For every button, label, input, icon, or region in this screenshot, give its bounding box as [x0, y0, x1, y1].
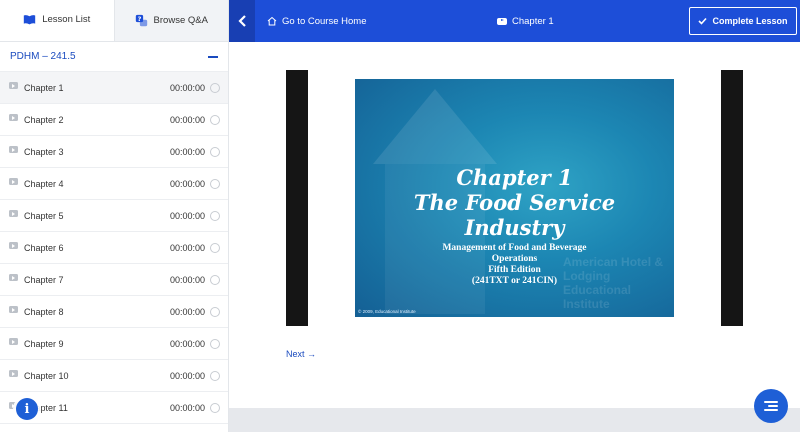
- home-icon: [267, 16, 277, 26]
- completion-circle-icon: [210, 146, 220, 157]
- list-item[interactable]: Chapter 5 00:00:00: [0, 200, 228, 232]
- completion-circle-icon: [210, 370, 220, 381]
- tab-browse-qa[interactable]: ? Browse Q&A: [113, 0, 228, 41]
- completion-circle-icon: [210, 402, 220, 413]
- lesson-list: Chapter 1 00:00:00 Chapter 2 00:00:00 Chap…: [0, 72, 228, 424]
- letterbox-left: [286, 70, 308, 326]
- slide-title-line: Industry: [464, 215, 565, 240]
- lesson-duration: 00:00:00: [169, 242, 205, 253]
- lesson-title: Chapter 9: [24, 338, 64, 349]
- completion-circle-icon: [210, 114, 220, 125]
- footer-strip: [229, 408, 800, 432]
- lesson-title: Chapter 2: [24, 114, 64, 125]
- lesson-title: Chapter 6: [24, 242, 64, 253]
- lesson-duration: 00:00:00: [169, 306, 205, 317]
- lesson-title: Chapter 1: [24, 82, 64, 93]
- collapse-icon[interactable]: [208, 55, 218, 58]
- lesson-duration: 00:00:00: [169, 210, 205, 221]
- slide-title: Chapter 1 The Food Service Industry: [355, 165, 674, 240]
- slide-title-line: Chapter 1: [456, 165, 573, 190]
- list-item[interactable]: Chapter 2 00:00:00: [0, 104, 228, 136]
- lesson-content: American Hotel & Lodging Educational Ins…: [229, 42, 800, 408]
- lesson-title: Chapter 4: [24, 178, 64, 189]
- video-icon: [9, 306, 18, 313]
- video-icon: [9, 146, 18, 153]
- lesson-duration: 00:00:00: [169, 370, 205, 381]
- list-item[interactable]: Chapter 3 00:00:00: [0, 136, 228, 168]
- video-player[interactable]: American Hotel & Lodging Educational Ins…: [286, 70, 743, 326]
- slide-subtitle-line: Fifth Edition: [488, 265, 541, 275]
- completion-circle-icon: [210, 210, 220, 221]
- list-item[interactable]: Chapter 4 00:00:00: [0, 168, 228, 200]
- collapse-sidebar-button[interactable]: [229, 0, 255, 42]
- tab-lesson-list-label: Lesson List: [42, 14, 91, 25]
- tab-lesson-list[interactable]: Lesson List: [0, 0, 114, 41]
- chat-button[interactable]: [754, 389, 788, 423]
- question-icon: ?: [135, 14, 147, 27]
- completion-circle-icon: [210, 242, 220, 253]
- lesson-title: Chapter 5: [24, 210, 64, 221]
- slide-subtitle: Management of Food and Beverage Operatio…: [355, 243, 674, 287]
- list-item[interactable]: Chapter 7 00:00:00: [0, 264, 228, 296]
- letterbox-right: [721, 70, 743, 326]
- video-icon: [9, 114, 18, 121]
- slide-title-line: The Food Service: [413, 190, 616, 215]
- slide-subtitle-line: (241TXT or 241CIN): [471, 276, 558, 286]
- lesson-title: Chapter 3: [24, 146, 64, 157]
- course-home-link[interactable]: Go to Course Home: [267, 0, 366, 42]
- completion-circle-icon: [210, 306, 220, 317]
- video-icon: [9, 242, 18, 249]
- current-lesson-label: Chapter 1: [512, 15, 554, 27]
- complete-lesson-label: Complete Lesson: [712, 16, 788, 26]
- book-icon: [24, 15, 36, 25]
- watermark-line: Educational Institute: [563, 283, 632, 311]
- lesson-duration: 00:00:00: [169, 338, 205, 349]
- video-icon: [9, 210, 18, 217]
- video-icon: [9, 370, 18, 377]
- lesson-duration: 00:00:00: [169, 274, 205, 285]
- video-icon: [9, 82, 18, 89]
- list-item[interactable]: Chapter 10 00:00:00: [0, 360, 228, 392]
- lesson-duration: 00:00:00: [169, 114, 205, 125]
- top-bar: Go to Course Home Chapter 1 Complete Les…: [229, 0, 800, 42]
- list-item[interactable]: Chapter 8 00:00:00: [0, 296, 228, 328]
- lesson-duration: 00:00:00: [169, 178, 205, 189]
- slide-subtitle-line: Operations: [491, 254, 538, 264]
- lesson-title: Chapter 10: [24, 370, 69, 381]
- info-icon[interactable]: i: [16, 398, 38, 420]
- course-home-label: Go to Course Home: [282, 15, 367, 27]
- complete-lesson-button[interactable]: Complete Lesson: [689, 7, 797, 35]
- course-section-header[interactable]: PDHM – 241.5: [0, 42, 228, 72]
- slide-decoration: [373, 89, 497, 164]
- list-item[interactable]: Chapter 9 00:00:00: [0, 328, 228, 360]
- next-lesson-link[interactable]: Next →: [286, 349, 316, 359]
- lesson-title: Chapter 8: [24, 306, 64, 317]
- completion-circle-icon: [210, 274, 220, 285]
- sidebar-tabs: Lesson List ? Browse Q&A: [0, 0, 228, 42]
- check-icon: [698, 17, 708, 25]
- video-icon: [9, 338, 18, 345]
- lesson-sidebar: Lesson List ? Browse Q&A PDHM – 241.5 Ch…: [0, 0, 229, 432]
- lesson-duration: 00:00:00: [169, 146, 205, 157]
- slide-subtitle-line: Management of Food and Beverage: [442, 243, 587, 253]
- lesson-title: Chapter 11: [24, 402, 68, 413]
- course-title: PDHM – 241.5: [10, 51, 76, 62]
- completion-circle-icon: [210, 82, 220, 93]
- video-icon: [9, 274, 18, 281]
- chat-icon: [764, 399, 778, 413]
- list-item[interactable]: Chapter 1 00:00:00: [0, 72, 228, 104]
- lesson-title: Chapter 7: [24, 274, 64, 285]
- completion-circle-icon: [210, 338, 220, 349]
- lesson-duration: 00:00:00: [169, 82, 205, 93]
- slide-copyright: © 2009, Educational Institute: [358, 309, 416, 314]
- current-lesson-title: Chapter 1: [497, 0, 554, 42]
- lesson-duration: 00:00:00: [169, 402, 205, 413]
- slide-frame: American Hotel & Lodging Educational Ins…: [355, 79, 674, 317]
- video-icon: [497, 17, 507, 25]
- completion-circle-icon: [210, 178, 220, 189]
- chevron-left-icon: [237, 15, 246, 27]
- video-icon: [9, 178, 18, 185]
- tab-browse-qa-label: Browse Q&A: [153, 15, 208, 26]
- list-item[interactable]: Chapter 6 00:00:00: [0, 232, 228, 264]
